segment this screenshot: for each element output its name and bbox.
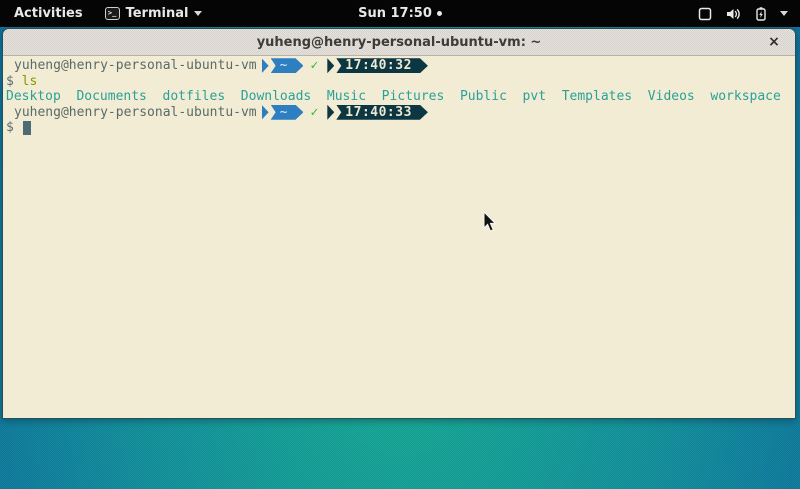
shell-prompt-symbol: $: [6, 74, 14, 89]
window-titlebar[interactable]: yuheng@henry-personal-ubuntu-vm: ~ ×: [3, 29, 795, 56]
screen: Activities >_ Terminal Sun 17:50: [0, 0, 800, 489]
terminal-content[interactable]: yuheng@henry-personal-ubuntu-vm ~ ✓ 17:4…: [3, 56, 795, 419]
current-command-line: $: [6, 120, 795, 136]
window-title: yuheng@henry-personal-ubuntu-vm: ~: [257, 35, 542, 50]
powerline-arrow-icon: [262, 105, 269, 120]
status-check-icon: ✓: [310, 105, 318, 121]
terminal-window: yuheng@henry-personal-ubuntu-vm: ~ × yuh…: [2, 28, 796, 419]
status-check-icon: ✓: [310, 58, 318, 74]
prompt-path-segment: ~: [271, 105, 304, 120]
powerline-arrow-icon: [262, 58, 269, 73]
terminal-cursor: [23, 121, 31, 135]
gnome-top-bar: Activities >_ Terminal Sun 17:50: [0, 0, 800, 27]
close-icon[interactable]: ×: [765, 33, 783, 51]
prompt-user-host: yuheng@henry-personal-ubuntu-vm: [14, 58, 257, 74]
shell-prompt-symbol: $: [6, 120, 14, 135]
system-status-area[interactable]: [685, 0, 800, 27]
notification-dot: [437, 11, 442, 16]
prompt-time-segment: 17:40:32: [336, 58, 428, 73]
prompt-path-segment: ~: [271, 58, 304, 73]
prompt-line: yuheng@henry-personal-ubuntu-vm ~ ✓ 17:4…: [6, 105, 795, 121]
terminal-app-icon: >_: [105, 7, 120, 20]
command-line: $ ls: [6, 74, 795, 90]
prompt-user-host: yuheng@henry-personal-ubuntu-vm: [14, 105, 257, 121]
chevron-down-icon: [194, 11, 202, 16]
ls-output-line: Desktop Documents dotfiles Downloads Mus…: [6, 89, 795, 105]
activities-button[interactable]: Activities: [0, 0, 97, 27]
typed-command: ls: [22, 74, 38, 89]
battery-charging-icon: [754, 6, 768, 22]
chevron-down-icon: [780, 11, 788, 16]
clock-button[interactable]: Sun 17:50: [358, 6, 442, 21]
clock-label: Sun 17:50: [358, 6, 432, 21]
powerline-arrow-icon: [327, 58, 334, 73]
app-menu-label: Terminal: [126, 6, 189, 21]
display-icon: [697, 6, 713, 22]
prompt-time-segment: 17:40:33: [336, 105, 428, 120]
prompt-line: yuheng@henry-personal-ubuntu-vm ~ ✓ 17:4…: [6, 58, 795, 74]
powerline-arrow-icon: [327, 105, 334, 120]
app-menu-terminal[interactable]: >_ Terminal: [97, 0, 211, 27]
volume-icon: [725, 6, 742, 22]
